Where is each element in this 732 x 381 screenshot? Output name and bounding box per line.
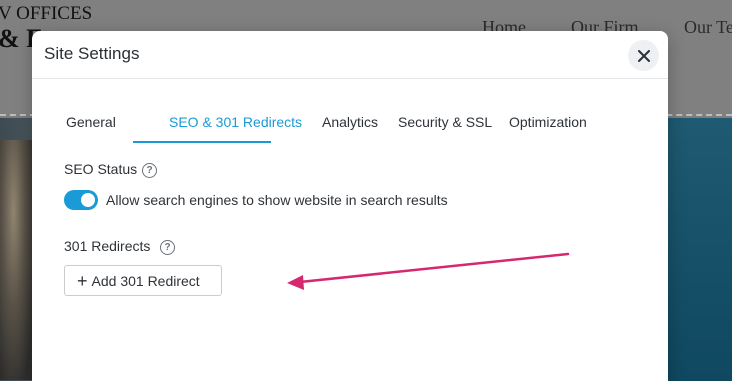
background-statue-image bbox=[0, 140, 34, 380]
active-tab-indicator bbox=[133, 141, 271, 143]
seo-visibility-toggle[interactable] bbox=[64, 190, 98, 210]
seo-visibility-toggle-label: Allow search engines to show website in … bbox=[106, 192, 448, 208]
redirects-label: 301 Redirects bbox=[64, 238, 151, 254]
modal-title: Site Settings bbox=[44, 44, 140, 63]
toggle-knob bbox=[81, 193, 95, 207]
tab-analytics[interactable]: Analytics bbox=[322, 114, 378, 130]
seo-status-help-icon[interactable]: ? bbox=[142, 163, 157, 178]
tab-general[interactable]: General bbox=[66, 114, 116, 130]
tab-seo-301-redirects[interactable]: SEO & 301 Redirects bbox=[169, 114, 302, 130]
tab-optimization[interactable]: Optimization bbox=[509, 114, 587, 130]
background-nav-our-team: Our Te bbox=[684, 17, 732, 37]
add-301-redirect-label: Add 301 Redirect bbox=[91, 272, 200, 289]
plus-icon: + bbox=[77, 270, 88, 291]
site-settings-modal: Site Settings General SEO & 301 Redirect… bbox=[32, 31, 668, 381]
background-hero-edge bbox=[662, 118, 732, 381]
add-301-redirect-button[interactable]: + Add 301 Redirect bbox=[64, 265, 222, 296]
modal-header: Site Settings bbox=[32, 31, 668, 79]
tab-security-ssl[interactable]: Security & SSL bbox=[398, 114, 492, 130]
seo-status-label: SEO Status bbox=[64, 161, 138, 177]
close-icon bbox=[637, 49, 650, 62]
close-button[interactable] bbox=[628, 40, 659, 71]
redirects-help-icon[interactable]: ? bbox=[160, 240, 175, 255]
background-logo-line1: V OFFICES bbox=[0, 3, 93, 24]
